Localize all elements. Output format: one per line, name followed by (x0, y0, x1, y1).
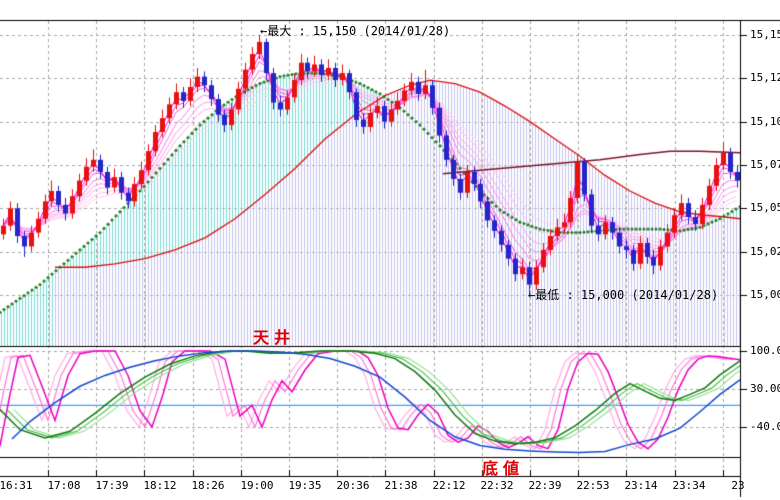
time-tick-label: 21:38 (384, 480, 418, 492)
time-tick-label: 23:34 (672, 480, 706, 492)
price-tick-label: 15,075 (750, 159, 780, 171)
price-tick-label: 15,125 (750, 72, 780, 84)
price-tick-label: 15,100 (750, 116, 780, 128)
time-tick-label: 22:39 (528, 480, 562, 492)
oscillator-tick-label: 100.00 (750, 345, 780, 357)
time-tick-label: 23:14 (624, 480, 658, 492)
ceiling-annotation: 天井 (253, 330, 295, 346)
time-tick-label: 22:32 (480, 480, 514, 492)
chart-application-window: ▼ 先物 ▼ 日経225mini ▼ 14/03 ▼ 足 1 ⊿ 日 週 月 分 (0, 0, 780, 500)
time-tick-label: 20:36 (336, 480, 370, 492)
oscillator-tick-label: 30.00 (750, 383, 780, 395)
price-chart-canvas[interactable] (0, 0, 780, 500)
time-tick-label: 18:26 (191, 480, 225, 492)
time-tick-label: 23 (721, 480, 755, 492)
time-tick-label: 17:08 (47, 480, 81, 492)
price-tick-label: 15,000 (750, 289, 780, 301)
time-tick-label: 22:53 (576, 480, 610, 492)
oscillator-tick-label: -40.00 (750, 421, 780, 433)
price-tick-label: 15,150 (750, 29, 780, 41)
max-price-annotation: ←最大 : 15,150 (2014/01/28) (260, 25, 450, 38)
time-tick-label: 18:12 (143, 480, 177, 492)
time-tick-label: 16:31 (0, 480, 33, 492)
price-tick-label: 15,025 (750, 246, 780, 258)
price-tick-label: 15,050 (750, 202, 780, 214)
time-tick-label: 22:12 (432, 480, 466, 492)
time-tick-label: 17:39 (95, 480, 129, 492)
time-tick-label: 19:35 (288, 480, 322, 492)
time-tick-label: 19:00 (240, 480, 274, 492)
bottom-annotation: 底値 (482, 461, 524, 477)
min-price-annotation: ←最低 : 15,000 (2014/01/28) (528, 289, 718, 302)
